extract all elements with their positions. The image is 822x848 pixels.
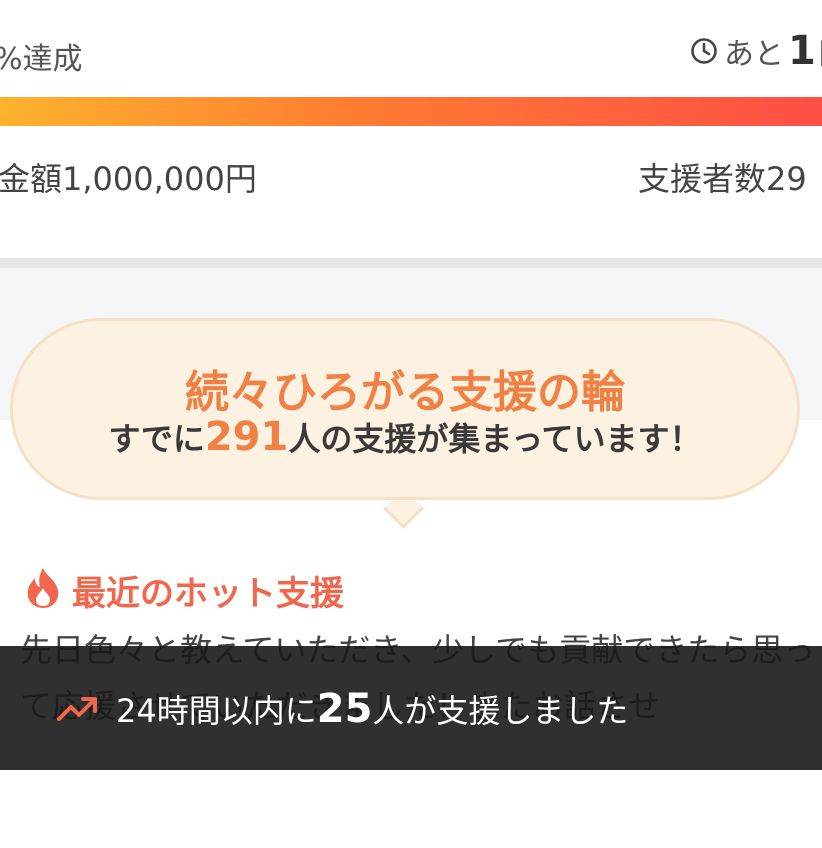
supporter-total: 291 [204,414,289,460]
target-amount: 金額1,000,000円 [0,160,257,198]
toast-text: 24時間以内に25人が支援しました [116,686,628,732]
supporter-count: 支援者数29 [638,160,807,198]
bubble-sub-suffix: 人の支援が集まっています！ [288,420,702,458]
toast-suffix: 人が支援しました [372,692,629,730]
progress-bar-fill [0,97,822,126]
bubble-title: 続々ひろがる支援の輪 [185,367,625,418]
remaining-suffix: 日 [816,29,822,73]
flame-icon [27,568,59,608]
hot-support-title: 最近のホット支援 [72,574,344,614]
toast-prefix: 24時間以内に [116,692,317,730]
progress-bar [0,97,822,126]
remaining-days: あと 1 日 [690,28,822,74]
remaining-value: 1 [788,28,816,74]
bubble-subtitle: すでに291人の支援が集まっています！ [0,414,810,460]
section-divider [0,258,822,268]
remaining-prefix: あと [724,37,784,72]
trending-up-icon [57,697,97,721]
achieved-rate-text: %達成 [0,42,83,77]
bubble-sub-prefix: すでに [108,420,205,458]
clock-icon [691,38,717,64]
toast-count: 25 [316,686,373,732]
